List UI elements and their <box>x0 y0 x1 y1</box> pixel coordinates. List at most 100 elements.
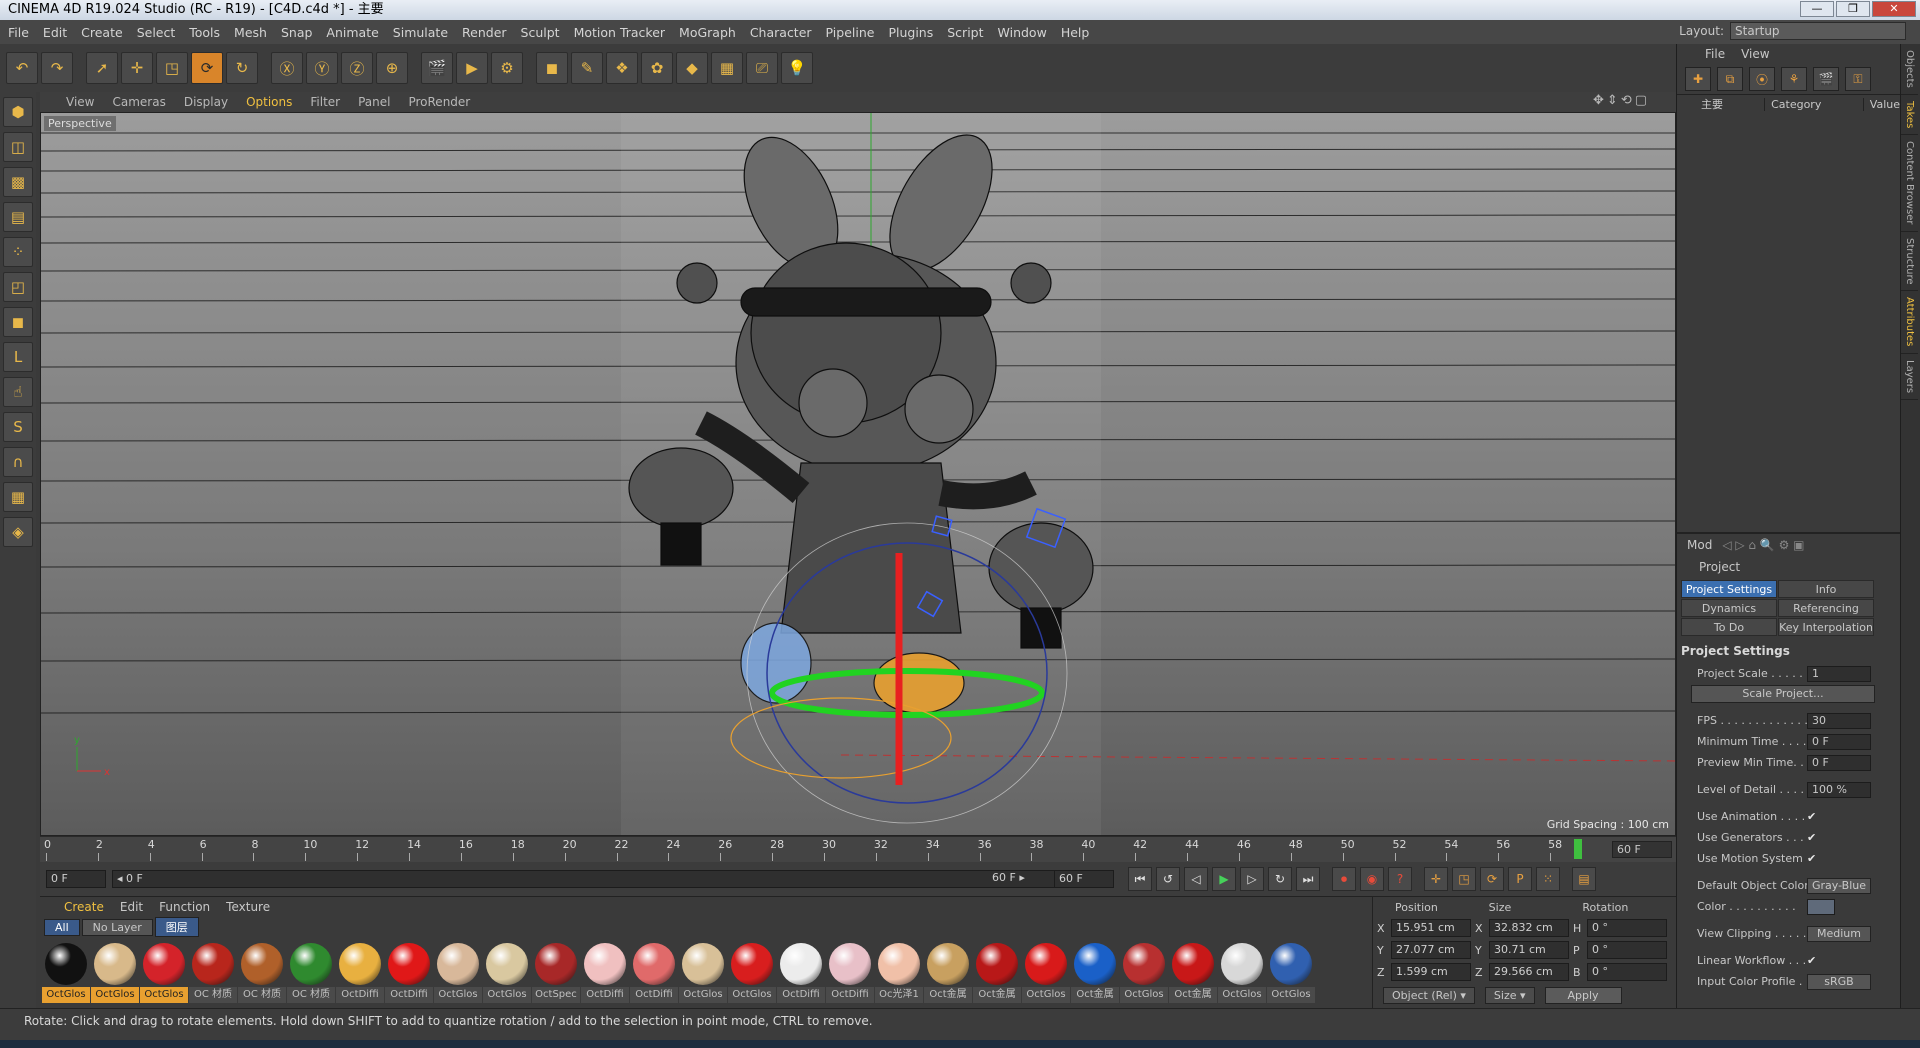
menu-character[interactable]: Character <box>750 25 812 40</box>
z-axis-icon[interactable]: Ⓩ <box>341 52 373 84</box>
use-motion-system-checkbox[interactable]: ✔ <box>1807 852 1821 866</box>
next-frame-icon[interactable]: ▷ <box>1240 867 1264 891</box>
y-axis-icon[interactable]: Ⓨ <box>306 52 338 84</box>
live-select-icon[interactable]: ➚ <box>86 52 118 84</box>
material-swatch[interactable]: OctDiffi <box>826 941 874 1003</box>
texture-mode-icon[interactable]: ▩ <box>3 167 33 197</box>
coordinate-mode-dropdown[interactable]: Object (Rel) ▾ <box>1383 987 1475 1004</box>
menu-tools[interactable]: Tools <box>189 25 220 40</box>
menu-render[interactable]: Render <box>462 25 507 40</box>
menu-plugins[interactable]: Plugins <box>888 25 933 40</box>
material-menu-edit[interactable]: Edit <box>120 900 143 914</box>
take-override-icon[interactable]: ⦿ <box>1749 67 1775 91</box>
timeline-ruler[interactable]: 60 F 0 2 4 6 8 10 12 14 16 18 20 22 24 26 28 30 32 34 36 38… <box>40 836 1676 862</box>
menu-animate[interactable]: Animate <box>326 25 378 40</box>
material-swatch[interactable]: OctGlos <box>728 941 776 1003</box>
coordinate-field[interactable]: 27.077 cm <box>1391 941 1471 959</box>
take-render-icon[interactable]: 🎬 <box>1813 67 1839 91</box>
attribute-tab-key-interpolation[interactable]: Key Interpolation <box>1778 618 1874 636</box>
apply-button[interactable]: Apply <box>1544 987 1622 1004</box>
input-color-profile-dropdown[interactable]: sRGB <box>1807 973 1871 990</box>
mograph-cloner-icon[interactable]: ✿ <box>641 52 673 84</box>
coordinate-field[interactable]: 32.832 cm <box>1489 919 1569 937</box>
current-frame-field[interactable]: 0 F <box>46 870 106 888</box>
menu-motion-tracker[interactable]: Motion Tracker <box>574 25 665 40</box>
play-icon[interactable]: ▶ <box>1212 867 1236 891</box>
timeline-end-frame[interactable]: 60 F <box>1612 841 1672 858</box>
perspective-viewport[interactable]: y x Perspective Grid Spacing : 100 cm <box>40 112 1676 836</box>
side-tab-attributes[interactable]: Attributes <box>1901 291 1918 354</box>
coordinate-field[interactable]: 0 ° <box>1587 963 1667 981</box>
recent-tool-icon[interactable]: ↻ <box>226 52 258 84</box>
viewport-menu-options[interactable]: Options <box>246 95 292 109</box>
pen-spline-icon[interactable]: ✎ <box>571 52 603 84</box>
material-swatch[interactable]: OC 材质 <box>287 941 335 1003</box>
material-swatch[interactable]: OctGlos <box>434 941 482 1003</box>
prev-key-icon[interactable]: ↺ <box>1156 867 1180 891</box>
subdivision-icon[interactable]: ❖ <box>606 52 638 84</box>
record-rotation-icon[interactable]: ⟳ <box>1480 867 1504 891</box>
material-layer-tab[interactable]: No Layer <box>81 918 153 936</box>
record-scale-icon[interactable]: ◳ <box>1452 867 1476 891</box>
color-swatch[interactable] <box>1807 898 1835 915</box>
floor-icon[interactable]: ▦ <box>711 52 743 84</box>
take-add-icon[interactable]: ✚ <box>1685 67 1711 91</box>
timeline-window-icon[interactable]: ▤ <box>1572 867 1596 891</box>
render-settings-icon[interactable]: ⚙ <box>491 52 523 84</box>
material-swatch[interactable]: OctDiffi <box>385 941 433 1003</box>
coordinate-field[interactable]: 30.71 cm <box>1489 941 1569 959</box>
material-swatch[interactable]: OctGlos <box>1218 941 1266 1003</box>
attribute-tab-referencing[interactable]: Referencing <box>1778 599 1874 617</box>
go-to-end-icon[interactable]: ⏭ <box>1296 867 1320 891</box>
menu-simulate[interactable]: Simulate <box>393 25 448 40</box>
menu-create[interactable]: Create <box>81 25 123 40</box>
menu-mograph[interactable]: MoGraph <box>679 25 736 40</box>
material-swatch[interactable]: OctDiffi <box>777 941 825 1003</box>
attribute-mode-menu[interactable]: Mod <box>1687 538 1712 552</box>
tweak-icon[interactable]: ☝ <box>3 377 33 407</box>
material-swatch[interactable]: Oct金属 <box>924 941 972 1003</box>
magnet-icon[interactable]: ∩ <box>3 447 33 477</box>
material-swatch[interactable]: OC 材质 <box>238 941 286 1003</box>
cube-icon[interactable]: ◼ <box>536 52 568 84</box>
keyframe-selection-icon[interactable]: ? <box>1388 867 1412 891</box>
go-to-start-icon[interactable]: ⏮ <box>1128 867 1152 891</box>
material-swatch[interactable]: OctGlos <box>679 941 727 1003</box>
move-icon[interactable]: ✛ <box>121 52 153 84</box>
material-swatch[interactable]: OctDiffi <box>630 941 678 1003</box>
material-menu-texture[interactable]: Texture <box>226 900 270 914</box>
planar-workplane-icon[interactable]: ◈ <box>3 517 33 547</box>
prev-frame-icon[interactable]: ◁ <box>1184 867 1208 891</box>
coordinate-system-icon[interactable]: ⊕ <box>376 52 408 84</box>
coordinate-field[interactable]: 1.599 cm <box>1391 963 1471 981</box>
attribute-tab-dynamics[interactable]: Dynamics <box>1681 599 1777 617</box>
object-menu-view[interactable]: View <box>1741 47 1769 61</box>
render-picture-viewer-icon[interactable]: ▶ <box>456 52 488 84</box>
menu-script[interactable]: Script <box>947 25 983 40</box>
viewport-menu-filter[interactable]: Filter <box>310 95 340 109</box>
model-mode-icon[interactable]: ◫ <box>3 132 33 162</box>
snap-icon[interactable]: S <box>3 412 33 442</box>
autokey-icon[interactable]: ◉ <box>1360 867 1384 891</box>
light-icon[interactable]: 💡 <box>781 52 813 84</box>
redo-icon[interactable]: ↷ <box>41 52 73 84</box>
linear-workflow-checkbox[interactable]: ✔ <box>1807 954 1821 968</box>
material-swatch[interactable]: Oct金属 <box>1169 941 1217 1003</box>
record-point-level-icon[interactable]: ⁙ <box>1536 867 1560 891</box>
lock-workplane-icon[interactable]: ▦ <box>3 482 33 512</box>
side-tab-structure[interactable]: Structure <box>1901 232 1918 292</box>
deformer-icon[interactable]: ◆ <box>676 52 708 84</box>
minimum-time-field[interactable]: 0 F <box>1807 733 1871 750</box>
level-of-detail-field[interactable]: 100 % <box>1807 781 1871 798</box>
viewport-menu-prorender[interactable]: ProRender <box>408 95 470 109</box>
attribute-nav-icons[interactable]: ◁ ▷ ⌂ 🔍 ⚙ ▣ <box>1722 538 1804 552</box>
take-auto-icon[interactable]: ⚘ <box>1781 67 1807 91</box>
material-menu-create[interactable]: Create <box>64 900 104 914</box>
menu-sculpt[interactable]: Sculpt <box>521 25 560 40</box>
coordinate-field[interactable]: 29.566 cm <box>1489 963 1569 981</box>
viewport-menu-view[interactable]: View <box>66 95 94 109</box>
default-object-color-dropdown[interactable]: Gray-Blue <box>1807 877 1871 894</box>
take-clone-icon[interactable]: ⧉ <box>1717 67 1743 91</box>
side-tab-objects[interactable]: Objects <box>1901 44 1918 95</box>
material-swatch[interactable]: OctGlos <box>1120 941 1168 1003</box>
